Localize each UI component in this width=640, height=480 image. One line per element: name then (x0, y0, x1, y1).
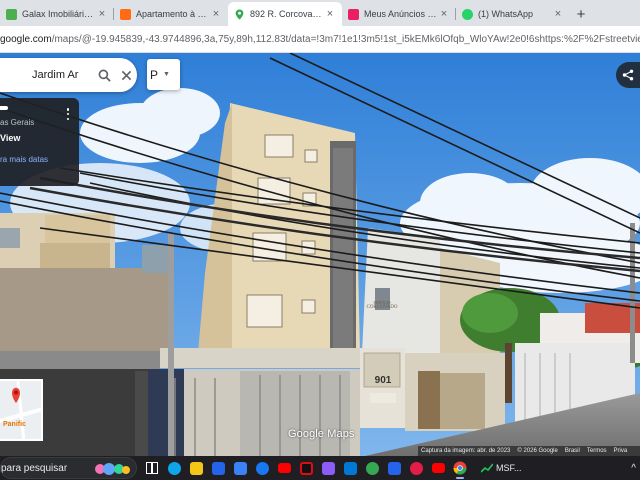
street-view-image (0, 53, 640, 456)
copyright: © 2026 Google (517, 448, 558, 454)
youtube-icon[interactable] (273, 456, 295, 480)
browser-window: Galax Imobiliária - A × Apartamento à ve… (0, 0, 640, 480)
tab-apartamento[interactable]: Apartamento à venda × (114, 2, 228, 26)
share-button[interactable] (616, 62, 640, 88)
windows-taskbar: para pesquisar MSF... ^ (0, 456, 640, 480)
facebook-icon[interactable] (251, 456, 273, 480)
listing-icon (348, 8, 359, 20)
layers-button[interactable]: P ▼ (147, 59, 180, 90)
url-host: google.com (0, 33, 52, 45)
maps-search-box[interactable]: Jardim Ar (0, 58, 137, 92)
address-bar[interactable]: google.com/maps/@-19.945839,-43.9744896,… (0, 26, 640, 53)
maps-icon[interactable] (361, 456, 383, 480)
task-view-icon[interactable] (141, 456, 163, 480)
edge-icon[interactable] (163, 456, 185, 480)
close-icon[interactable]: × (210, 8, 222, 20)
street-view-panorama[interactable]: EDIFÍCIO CORCOVADO 901 (0, 53, 640, 456)
close-icon[interactable] (115, 64, 137, 86)
taskbar-search[interactable]: para pesquisar (0, 457, 137, 479)
street-view-info-card: as Gerais View ra mais datas (0, 98, 79, 186)
attribution-bar: Captura da imagem: abr. de 2023 © 2026 G… (418, 446, 640, 456)
terms-link[interactable]: Termos (587, 448, 607, 454)
capture-date: Captura da imagem: abr. de 2023 (421, 448, 511, 454)
file-explorer-icon[interactable] (185, 456, 207, 480)
tab-strip: Galax Imobiliária - A × Apartamento à ve… (0, 0, 640, 26)
opera-icon[interactable] (405, 456, 427, 480)
stock-widget[interactable]: MSF... (481, 463, 522, 473)
store-icon[interactable] (207, 456, 229, 480)
news-icon[interactable] (383, 456, 405, 480)
search-input[interactable]: Jardim Ar (32, 69, 93, 81)
chevron-up-icon[interactable]: ^ (631, 463, 636, 474)
chevron-down-icon: ▼ (163, 71, 170, 78)
more-dates-link[interactable]: ra mais datas (0, 155, 73, 164)
tab-galax[interactable]: Galax Imobiliária - A × (0, 2, 114, 26)
tab-title: 892 R. Corcovado - G (250, 9, 324, 19)
taskbar-search-placeholder: para pesquisar (1, 462, 68, 474)
country-label: Brasil (564, 448, 580, 454)
maps-pin-icon (235, 8, 244, 20)
sign-line-2: CORCOVADO (366, 305, 398, 310)
outlook-icon[interactable] (339, 456, 361, 480)
minimap-image (0, 381, 41, 439)
tab-meus-anuncios[interactable]: Meus Anúncios | Ch × (342, 2, 456, 26)
chrome-icon[interactable] (449, 456, 471, 480)
close-icon[interactable]: × (96, 8, 108, 20)
stock-label: MSF... (496, 463, 522, 473)
location-title-bar (0, 106, 8, 110)
close-icon[interactable]: × (438, 8, 450, 20)
tab-title: Galax Imobiliária - A (22, 9, 96, 19)
minimap[interactable]: Panific (0, 379, 43, 441)
search-highlight-icon (95, 463, 130, 475)
google-maps-watermark: Google Maps (288, 428, 355, 440)
privacy-link[interactable]: Priva (614, 448, 628, 454)
youtube-alt-icon[interactable] (427, 456, 449, 480)
search-icon[interactable] (93, 64, 115, 86)
building-sign: EDIFÍCIO CORCOVADO (364, 300, 400, 310)
url-text[interactable]: google.com/maps/@-19.945839,-43.9744896,… (0, 34, 640, 45)
view-link[interactable]: View (0, 133, 73, 143)
home-orange-icon (120, 8, 131, 20)
more-options-icon[interactable] (65, 108, 71, 120)
whatsapp-icon (462, 8, 473, 20)
tab-whatsapp[interactable]: (1) WhatsApp × (456, 2, 570, 26)
tab-maps[interactable]: 892 R. Corcovado - G × (228, 2, 342, 26)
url-path: /maps/@-19.945839,-43.9744896,3a,75y,89h… (51, 33, 640, 45)
layers-label: P (150, 67, 159, 82)
minimap-place-label: Panific (3, 421, 26, 428)
tab-title: (1) WhatsApp (478, 9, 534, 19)
close-icon[interactable]: × (552, 8, 564, 20)
location-region: as Gerais (0, 118, 35, 127)
netflix-icon[interactable] (295, 456, 317, 480)
system-tray: ^ (631, 463, 640, 474)
house-icon (6, 8, 17, 20)
close-icon[interactable]: × (324, 8, 336, 20)
building-number: 901 (374, 375, 392, 386)
media-icon[interactable] (317, 456, 339, 480)
mail-icon[interactable] (229, 456, 251, 480)
tab-title: Meus Anúncios | Ch (364, 9, 438, 19)
stock-chart-icon (481, 463, 493, 473)
tab-title: Apartamento à venda (136, 9, 210, 19)
share-icon (622, 69, 634, 81)
new-tab-button[interactable]: + (570, 2, 592, 26)
